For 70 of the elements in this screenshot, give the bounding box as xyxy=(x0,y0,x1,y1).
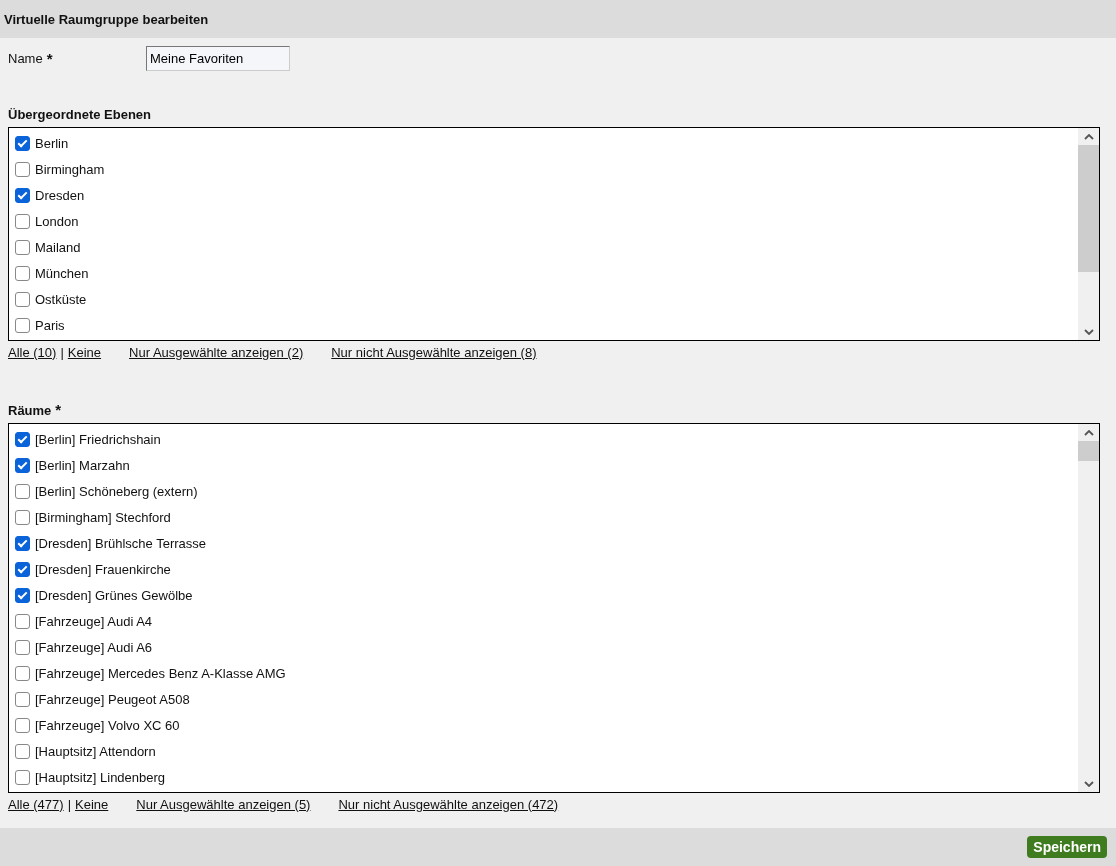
section-heading: Übergeordnete Ebenen xyxy=(8,107,152,122)
checkbox[interactable] xyxy=(15,457,30,473)
checkbox-label[interactable]: [Hauptsitz] Attendorn xyxy=(35,743,156,759)
scrollbar[interactable] xyxy=(1078,128,1099,340)
required-mark: * xyxy=(46,49,53,67)
page-title: Virtuelle Raumgruppe bearbeiten xyxy=(4,11,209,27)
checkbox[interactable] xyxy=(15,483,30,499)
checkbox[interactable] xyxy=(15,769,30,785)
separator-text: | xyxy=(67,796,72,812)
select-none-link[interactable]: Keine xyxy=(67,344,102,360)
checkbox[interactable] xyxy=(15,665,30,681)
checkbox-label[interactable]: Berlin xyxy=(35,135,69,151)
checkbox-label[interactable]: [Fahrzeuge] Mercedes Benz A-Klasse AMG xyxy=(35,665,286,681)
checkbox-label[interactable]: [Birmingham] Stechford xyxy=(35,509,171,525)
checkbox[interactable] xyxy=(15,213,30,229)
show-unselected-link[interactable]: Nur nicht Ausgewählte anzeigen (472) xyxy=(338,796,559,812)
required-mark: * xyxy=(55,401,62,418)
select-all-link[interactable]: Alle (10) xyxy=(8,344,57,360)
checkbox-label[interactable]: [Fahrzeuge] Peugeot A508 xyxy=(35,691,190,707)
checkbox-label[interactable]: [Dresden] Grünes Gewölbe xyxy=(35,587,193,603)
checkbox-label[interactable]: [Dresden] Frauenkirche xyxy=(35,561,171,577)
checkbox[interactable] xyxy=(15,691,30,707)
save-button[interactable]: Speichern xyxy=(1027,836,1107,858)
checkbox-label[interactable]: Birmingham xyxy=(35,161,105,177)
checkbox-label[interactable]: [Fahrzeuge] Volvo XC 60 xyxy=(35,717,180,733)
checkbox-label[interactable]: London xyxy=(35,213,79,229)
checkbox[interactable] xyxy=(15,265,30,281)
checkbox-label[interactable]: Paris xyxy=(35,317,65,333)
checkbox-label[interactable]: [Dresden] Brühlsche Terrasse xyxy=(35,535,206,551)
checkbox[interactable] xyxy=(15,717,30,733)
scroll-up-icon[interactable] xyxy=(1083,429,1094,436)
checkbox[interactable] xyxy=(15,509,30,525)
checkbox[interactable] xyxy=(15,135,30,151)
checkbox[interactable] xyxy=(15,743,30,759)
checkbox-label[interactable]: [Berlin] Marzahn xyxy=(35,457,130,473)
checkbox-label[interactable]: [Fahrzeuge] Audi A6 xyxy=(35,639,153,655)
scroll-up-icon[interactable] xyxy=(1083,133,1094,140)
scrollbar[interactable] xyxy=(1078,424,1099,792)
checkbox[interactable] xyxy=(15,561,30,577)
checkbox-label[interactable]: Mailand xyxy=(35,239,81,255)
name-label: Name xyxy=(8,50,43,66)
checkbox-label[interactable]: [Berlin] Schöneberg (extern) xyxy=(35,483,198,499)
checkbox-label[interactable]: [Berlin] Friedrichshain xyxy=(35,431,161,447)
checkbox-label[interactable]: [Hauptsitz] Lindenberg xyxy=(35,769,166,785)
scrollbar-thumb[interactable] xyxy=(1078,145,1099,272)
checkbox-label[interactable]: München xyxy=(35,265,89,281)
scroll-down-icon[interactable] xyxy=(1083,328,1094,335)
checkbox[interactable] xyxy=(15,431,30,447)
section-heading: Räume xyxy=(8,403,52,418)
scroll-down-icon[interactable] xyxy=(1083,780,1094,787)
show-unselected-link[interactable]: Nur nicht Ausgewählte anzeigen (8) xyxy=(331,344,537,360)
show-selected-link[interactable]: Nur Ausgewählte anzeigen (2) xyxy=(129,344,304,360)
scrollbar-thumb[interactable] xyxy=(1078,441,1099,461)
checkbox[interactable] xyxy=(15,535,30,551)
checkbox[interactable] xyxy=(15,639,30,655)
checkbox[interactable] xyxy=(15,587,30,603)
checkbox-label[interactable]: Dresden xyxy=(35,187,85,203)
checkbox[interactable] xyxy=(15,187,30,203)
select-none-link[interactable]: Keine xyxy=(75,796,109,812)
checkbox[interactable] xyxy=(15,239,30,255)
checkbox-label[interactable]: [Fahrzeuge] Audi A4 xyxy=(35,613,153,629)
checkbox[interactable] xyxy=(15,317,30,333)
checkbox[interactable] xyxy=(15,613,30,629)
checkbox[interactable] xyxy=(15,161,30,177)
checkbox-label[interactable]: Ostküste xyxy=(35,291,87,307)
separator-text: | xyxy=(60,344,64,360)
name-input-field[interactable]: Meine Favoriten xyxy=(146,45,290,71)
select-all-link[interactable]: Alle (477) xyxy=(8,796,64,812)
checkbox[interactable] xyxy=(15,291,30,307)
show-selected-link[interactable]: Nur Ausgewählte anzeigen (5) xyxy=(136,796,311,812)
